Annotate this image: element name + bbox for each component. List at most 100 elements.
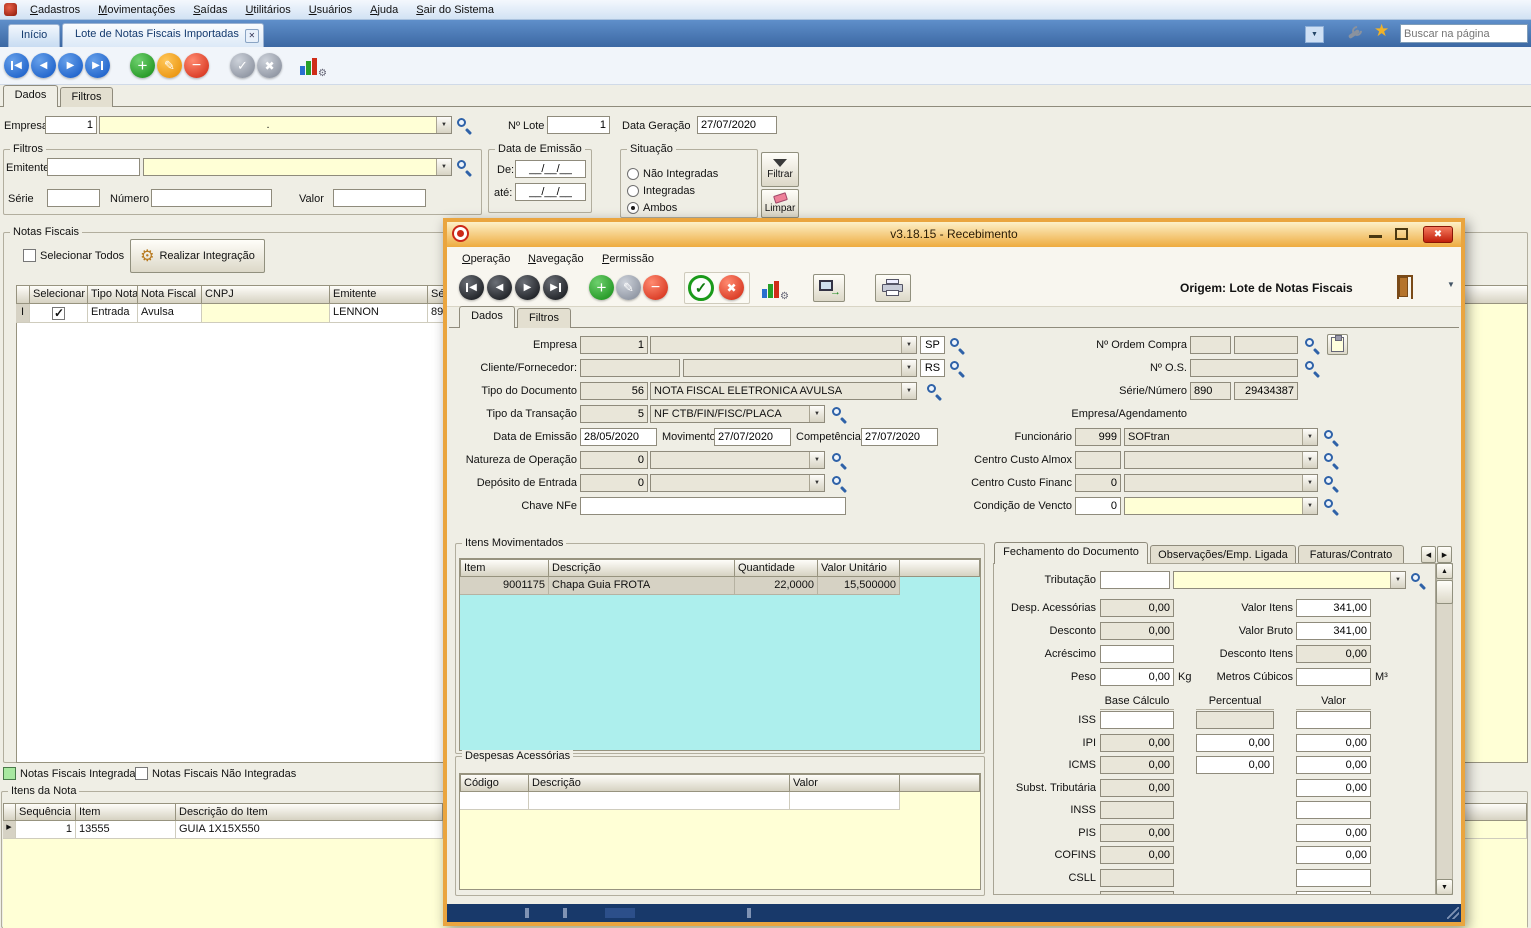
search-icon[interactable]	[1324, 499, 1339, 514]
radio-ambos[interactable]	[627, 202, 639, 214]
chevron-down-icon[interactable]: ▼	[809, 475, 824, 491]
nav-first-button[interactable]: ◀	[459, 275, 484, 300]
tax-icms-valor-field[interactable]	[1296, 756, 1371, 774]
lote-field[interactable]	[547, 116, 610, 134]
funcionario-code-field[interactable]	[1075, 428, 1121, 446]
tax-inss-base-field[interactable]	[1100, 801, 1174, 819]
tax-iss-valor-field[interactable]	[1296, 711, 1371, 729]
cc-financ-code-field[interactable]	[1075, 474, 1121, 492]
add-button[interactable]: +	[130, 53, 155, 78]
origem-dropdown-arrow[interactable]: ▼	[1447, 280, 1455, 289]
serie-field[interactable]	[47, 189, 100, 207]
natureza-combobox[interactable]: ▼	[650, 451, 825, 469]
door-exit-icon[interactable]	[1397, 275, 1413, 299]
empresa-combobox[interactable]: ▼	[650, 336, 917, 354]
empresa-combobox[interactable]: .▼	[99, 116, 452, 134]
grid-cell-valor[interactable]	[790, 792, 900, 810]
grid-cell-emitente[interactable]: LENNON	[330, 304, 428, 323]
tipo-transacao-combobox[interactable]: NF CTB/FIN/FISC/PLACA▼	[650, 405, 825, 423]
grid-cell-nota-fiscal[interactable]: Avulsa	[138, 304, 202, 323]
tax-subst-base-field[interactable]	[1100, 779, 1174, 797]
tab-filtros[interactable]: Filtros	[60, 87, 113, 107]
resize-grip[interactable]	[1447, 907, 1459, 919]
grid-cell-quantidade[interactable]: 22,0000	[735, 577, 818, 595]
tab-faturas-contrato[interactable]: Faturas/Contrato	[1298, 545, 1404, 564]
favorite-star-icon[interactable]: ★	[1374, 21, 1389, 41]
cancel-button[interactable]: ✖	[719, 275, 744, 300]
search-icon[interactable]	[1324, 430, 1339, 445]
grid-cell-descricao-item[interactable]: GUIA 1X15X550	[176, 821, 443, 839]
nav-prev-button[interactable]: ◀	[487, 275, 512, 300]
selecionar-todos-checkbox[interactable]	[23, 249, 36, 262]
filtrar-button[interactable]: Filtrar	[761, 152, 799, 187]
chave-nfe-field[interactable]	[580, 497, 846, 515]
cc-almox-combobox[interactable]: ▼	[1124, 451, 1318, 469]
cc-almox-code-field[interactable]	[1075, 451, 1121, 469]
search-icon[interactable]	[1324, 453, 1339, 468]
tax-inss-valor-field[interactable]	[1296, 801, 1371, 819]
search-icon[interactable]	[832, 476, 847, 491]
cancel-button[interactable]: ✖	[257, 53, 282, 78]
tab-lote-notas-fiscais[interactable]: Lote de Notas Fiscais Importadas ✕	[62, 23, 264, 47]
radio-nao-integradas[interactable]	[627, 168, 639, 180]
ordem-compra-field-2[interactable]	[1234, 336, 1298, 354]
minimize-button[interactable]	[1369, 235, 1382, 238]
scrollbar-track[interactable]	[1436, 563, 1453, 895]
search-icon[interactable]	[1324, 476, 1339, 491]
search-icon[interactable]	[950, 361, 965, 376]
search-icon[interactable]	[1411, 573, 1426, 588]
menu-movimentacoes[interactable]: Movimentações	[89, 2, 184, 18]
desconto-field[interactable]	[1100, 622, 1174, 640]
deposito-code-field[interactable]	[580, 474, 648, 492]
search-icon[interactable]	[832, 453, 847, 468]
tax-ipi-percentual-field[interactable]	[1196, 734, 1274, 752]
tipo-documento-code-field[interactable]	[580, 382, 648, 400]
tributacao-combobox[interactable]: ▼	[1173, 571, 1406, 589]
desp-acessorias-field[interactable]	[1100, 599, 1174, 617]
chart-icon[interactable]: ⚙	[300, 55, 322, 75]
menu-cadastros[interactable]: Cadastros	[21, 2, 89, 18]
tax-icms-base-field[interactable]	[1100, 756, 1174, 774]
chevron-down-icon[interactable]: ▼	[809, 452, 824, 468]
cliente-combobox[interactable]: ▼	[683, 359, 917, 377]
empresa-code-field[interactable]	[45, 116, 97, 134]
menu-usuarios[interactable]: Usuários	[300, 2, 361, 18]
close-tab-icon[interactable]: ✕	[245, 29, 259, 43]
search-icon[interactable]	[832, 407, 847, 422]
chevron-down-icon[interactable]: ▼	[1302, 452, 1317, 468]
tax-csll-base-field[interactable]	[1100, 869, 1174, 887]
close-button[interactable]: ✖	[1423, 226, 1453, 243]
empresa-uf-field[interactable]	[920, 336, 945, 354]
grid-cell-codigo[interactable]	[460, 792, 529, 810]
menu-ajuda[interactable]: Ajuda	[361, 2, 407, 18]
grid-cell-descricao[interactable]: Chapa Guia FROTA	[549, 577, 735, 595]
tax-pis-base-field[interactable]	[1100, 824, 1174, 842]
grid-cell-item[interactable]: 9001175	[460, 577, 549, 595]
tax-iss-percentual-field[interactable]	[1196, 711, 1274, 729]
tipo-transacao-code-field[interactable]	[580, 405, 648, 423]
tab-scroll-left-button[interactable]: ◀	[1421, 546, 1436, 563]
tax-ipi-base-field[interactable]	[1100, 734, 1174, 752]
tab-fechamento-documento[interactable]: Fechamento do Documento	[994, 542, 1148, 564]
page-search-input[interactable]	[1400, 24, 1528, 43]
de-date-field[interactable]	[515, 160, 586, 178]
tipo-documento-combobox[interactable]: NOTA FISCAL ELETRONICA AVULSA▼	[650, 382, 917, 400]
delete-button[interactable]: −	[643, 275, 668, 300]
chevron-down-icon[interactable]: ▼	[809, 406, 824, 422]
grid-cell-cnpj[interactable]	[202, 304, 330, 323]
menu-navegacao[interactable]: Navegação	[519, 251, 593, 268]
menu-sair-do-sistema[interactable]: Sair do Sistema	[407, 2, 503, 18]
realizar-integracao-button[interactable]: ⚙Realizar Integração	[130, 239, 265, 273]
tax-cofins-base-field[interactable]	[1100, 846, 1174, 864]
tax-csll-valor-field[interactable]	[1296, 869, 1371, 887]
cliente-code-field[interactable]	[580, 359, 680, 377]
metros-cubicos-field[interactable]	[1296, 668, 1371, 686]
tax-icms-percentual-field[interactable]	[1196, 756, 1274, 774]
cond-vencto-code-field[interactable]	[1075, 497, 1121, 515]
row-checkbox[interactable]	[52, 307, 65, 320]
confirm-button[interactable]: ✓	[688, 275, 714, 301]
cond-vencto-combobox[interactable]: ▼	[1124, 497, 1318, 515]
modal-bottom-scrollbar[interactable]	[447, 904, 1461, 922]
paste-button[interactable]	[1327, 334, 1348, 355]
tab-inicio[interactable]: Início	[8, 24, 60, 47]
